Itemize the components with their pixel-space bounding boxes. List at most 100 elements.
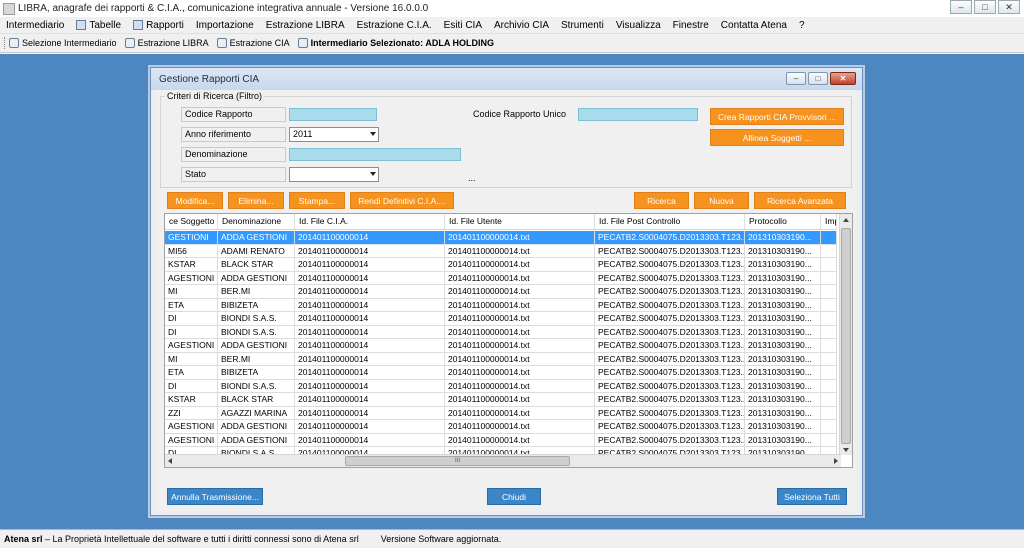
denominazione-field[interactable] — [289, 148, 461, 161]
menu-importazione[interactable]: Importazione — [190, 20, 260, 31]
column-header[interactable]: ce Soggetto — [165, 214, 218, 230]
table-cell: 201401100000014 — [295, 325, 445, 338]
scroll-left-icon[interactable] — [168, 458, 172, 464]
chiudi-button[interactable]: Chiudi — [487, 488, 541, 505]
scroll-down-icon[interactable] — [843, 448, 849, 452]
table-cell: ADDA GESTIONI — [218, 339, 295, 352]
allinea-soggetti-button[interactable]: Allinea Soggetti ... — [710, 129, 844, 146]
table-cell: DI — [165, 325, 218, 338]
column-header[interactable]: Protocollo — [745, 214, 821, 230]
codice-unico-field[interactable] — [578, 108, 698, 121]
table-cell: 201401100000014 — [295, 393, 445, 406]
menu-tabelle[interactable]: Tabelle — [70, 20, 127, 31]
dialog-maximize-button[interactable]: □ — [808, 72, 828, 85]
menu-visualizza[interactable]: Visualizza — [610, 20, 667, 31]
modifica-button[interactable]: Modifica... — [167, 192, 223, 209]
filter-group: Criteri di Ricerca (Filtro) Codice Rappo… — [160, 91, 852, 188]
table-cell: BIBIZETA — [218, 366, 295, 379]
scroll-up-icon[interactable] — [843, 218, 849, 222]
elimina-button[interactable]: Elimina... — [228, 192, 284, 209]
dialog-minimize-button[interactable]: – — [786, 72, 806, 85]
table-cell: 201401100000014 — [295, 271, 445, 284]
annulla-trasmissione-button[interactable]: Annulla Trasmissione... — [167, 488, 263, 505]
menu-label: Strumenti — [561, 19, 604, 31]
table-cell: BIONDI S.A.S. — [218, 325, 295, 338]
ricerca-button[interactable]: Ricerca — [634, 192, 689, 209]
nuova-button[interactable]: Nuova — [694, 192, 749, 209]
toolbar-estrazione-libra[interactable]: Estrazione LIBRA — [121, 38, 213, 48]
table-row[interactable]: AGESTIONI ADDA GESTIONI 201401100000014 201… — [165, 339, 837, 353]
vertical-scrollbar[interactable] — [839, 214, 852, 455]
menu-archivio-cia[interactable]: Archivio CIA — [488, 20, 555, 31]
stampa-button[interactable]: Stampa... — [289, 192, 345, 209]
toolbar-selezione-intermediario[interactable]: Selezione Intermediario — [0, 37, 121, 49]
table-row[interactable]: AGESTIONI ADDA GESTIONI 201401100000014 201… — [165, 433, 837, 447]
table-row[interactable]: AGESTIONI ADDA GESTIONI 201401100000014 201… — [165, 420, 837, 434]
table-row[interactable]: GESTIONI ADDA GESTIONI 201401100000014 2014… — [165, 231, 837, 245]
table-row[interactable]: KSTAR BLACK STAR 201401100000014 2014011000… — [165, 393, 837, 407]
scroll-right-icon[interactable] — [834, 458, 838, 464]
dialog-body: Criteri di Ricerca (Filtro) Codice Rappo… — [156, 90, 857, 511]
codice-rapporto-field[interactable] — [289, 108, 377, 121]
column-header[interactable]: Id. File Utente — [445, 214, 595, 230]
rendi-definitivi-button[interactable]: Rendi Definitivi C.I.A.... — [350, 192, 454, 209]
stato-combo[interactable] — [289, 167, 379, 182]
menu-label: Finestre — [672, 19, 709, 31]
table-row[interactable]: MI56 ADAMI RENATO 201401100000014 201401100… — [165, 244, 837, 258]
menu-estrazione-libra[interactable]: Estrazione LIBRA — [260, 20, 351, 31]
menu-estrazione-cia[interactable]: Estrazione C.I.A. — [351, 20, 438, 31]
scroll-thumb[interactable] — [841, 228, 851, 444]
maximize-button[interactable]: □ — [974, 0, 996, 14]
table-cell: AGESTIONI — [165, 433, 218, 446]
table-cell: PECATB2.S0004075.D2013303.T123... — [595, 325, 745, 338]
table-row[interactable]: MIBER.MI201401100000014201401100000014.t… — [165, 285, 837, 299]
minimize-button[interactable]: – — [950, 0, 972, 14]
table-cell: PECATB2.S0004075.D2013303.T123... — [595, 258, 745, 271]
table-cell: 201401100000014.txt — [445, 393, 595, 406]
column-header[interactable]: Imp — [821, 214, 837, 230]
column-header[interactable]: Id. File Post Controllo — [595, 214, 745, 230]
crea-rapporti-button[interactable]: Crea Rapporti CIA Provvisori ... — [710, 108, 844, 125]
table-row[interactable]: DI BIONDI S.A.S. 201401100000014 2014011000… — [165, 312, 837, 326]
dialog-close-button[interactable]: ✕ — [830, 72, 856, 85]
dialog-title: Gestione Rapporti CIA — [159, 73, 260, 85]
table-cell — [821, 352, 837, 365]
table-cell: 201310303190... — [745, 393, 821, 406]
column-header[interactable]: Id. File C.I.A. — [295, 214, 445, 230]
table-row[interactable]: ZZI AGAZZI MARINA 201401100000014 201401100… — [165, 406, 837, 420]
table-row[interactable]: ETA BIBIZETA 201401100000014 20140110000001… — [165, 298, 837, 312]
menu-finestre[interactable]: Finestre — [667, 20, 715, 31]
anno-riferimento-combo[interactable]: 2011 — [289, 127, 379, 142]
seleziona-tutti-button[interactable]: Seleziona Tutti — [777, 488, 847, 505]
table-cell — [821, 285, 837, 298]
table-row[interactable]: MIBER.MI201401100000014201401100000014.t… — [165, 352, 837, 366]
scroll-thumb[interactable]: III — [345, 456, 570, 466]
table-cell: 201310303190... — [745, 258, 821, 271]
menu-contatta-atena[interactable]: Contatta Atena — [715, 20, 793, 31]
table-row[interactable]: DI BIONDI S.A.S. 201401100000014 2014011000… — [165, 379, 837, 393]
column-header[interactable]: Denominazione — [218, 214, 295, 230]
table-row[interactable]: AGESTIONI ADDA GESTIONI 201401100000014 201… — [165, 271, 837, 285]
menu-strumenti[interactable]: Strumenti — [555, 20, 610, 31]
menu-label: Esiti CIA — [443, 19, 482, 31]
table-cell: PECATB2.S0004075.D2013303.T123... — [595, 352, 745, 365]
grid-header: ce Soggetto Denominazione Id. File C.I.A… — [165, 214, 837, 230]
menu-rapporti[interactable]: Rapporti — [127, 20, 190, 31]
dialog-titlebar: Gestione Rapporti CIA – □ ✕ — [151, 68, 862, 90]
table-cell: PECATB2.S0004075.D2013303.T123... — [595, 433, 745, 446]
table-row[interactable]: KSTAR BLACK STAR 201401100000014 2014011000… — [165, 258, 837, 272]
table-cell: 201310303190... — [745, 339, 821, 352]
toolbar-estrazione-cia[interactable]: Estrazione CIA — [213, 38, 294, 48]
ricerca-avanzata-button[interactable]: Ricerca Avanzata — [754, 192, 846, 209]
menu-help[interactable]: ? — [793, 20, 811, 31]
table-cell: 201401100000014.txt — [445, 339, 595, 352]
chevron-down-icon — [370, 172, 376, 176]
menu-esiti-cia[interactable]: Esiti CIA — [438, 20, 488, 31]
close-button[interactable]: ✕ — [998, 0, 1020, 14]
menu-intermediario[interactable]: Intermediario — [0, 20, 70, 31]
table-row[interactable]: DI BIONDI S.A.S. 201401100000014 2014011000… — [165, 325, 837, 339]
horizontal-scrollbar[interactable]: III — [165, 454, 841, 467]
table-cell: 201401100000014 — [295, 298, 445, 311]
table-icon — [76, 20, 87, 30]
table-row[interactable]: ETA BIBIZETA 201401100000014 20140110000001… — [165, 366, 837, 380]
